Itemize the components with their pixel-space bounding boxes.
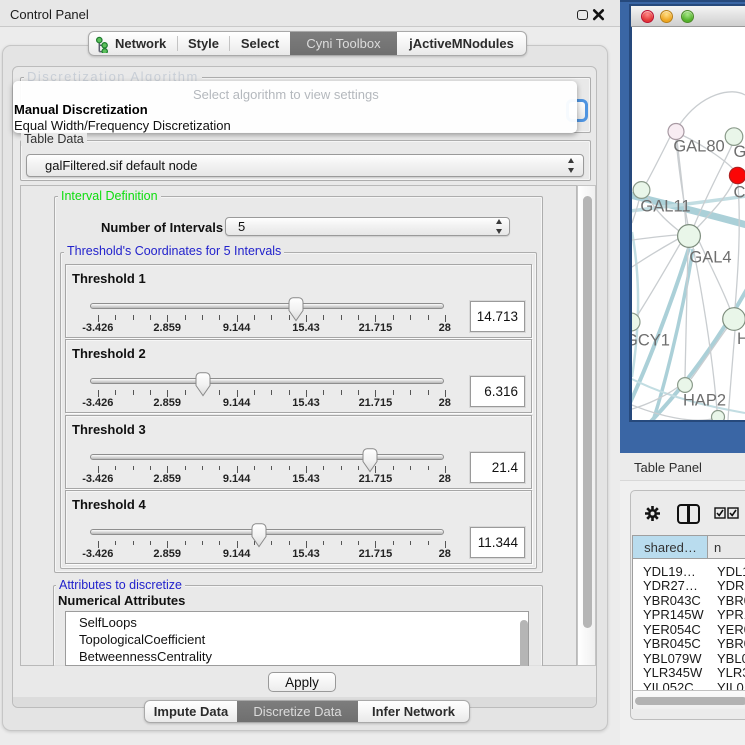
svg-text:GA: GA bbox=[734, 143, 745, 161]
svg-text:GAL4: GAL4 bbox=[689, 249, 731, 267]
svg-text:GAL80: GAL80 bbox=[673, 138, 724, 156]
svg-text:HI: HI bbox=[737, 330, 745, 348]
svg-text:GAL11: GAL11 bbox=[640, 198, 690, 216]
svg-text:C: C bbox=[734, 184, 745, 202]
svg-text:HAP2: HAP2 bbox=[683, 392, 726, 410]
svg-text:GCY1: GCY1 bbox=[632, 332, 670, 350]
